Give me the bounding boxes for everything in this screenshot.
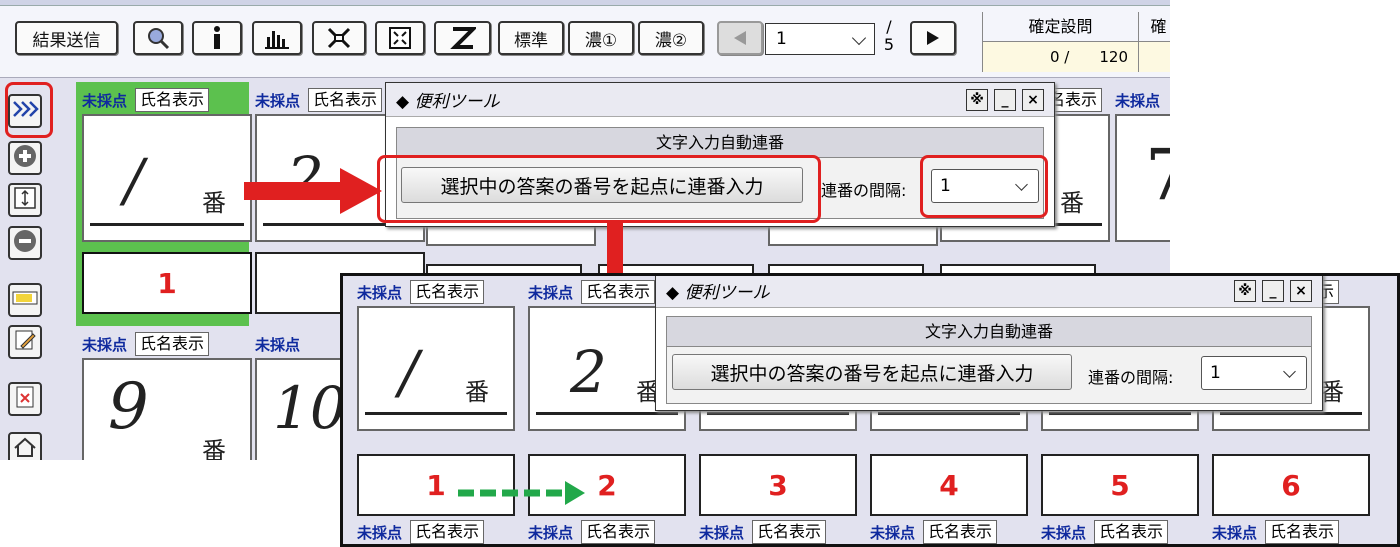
red-arrow-right [244, 168, 382, 214]
app-after: 未採点氏名表示/番1未採点氏名表示未採点氏名表示2番2未採点氏名表示未採点氏名表… [340, 273, 1400, 547]
stage: 結果送信 標準 濃① 濃② 1 / 5 確定設問 0 / 120 確 未採点 氏… [0, 0, 1400, 547]
green-arrow [458, 481, 585, 505]
